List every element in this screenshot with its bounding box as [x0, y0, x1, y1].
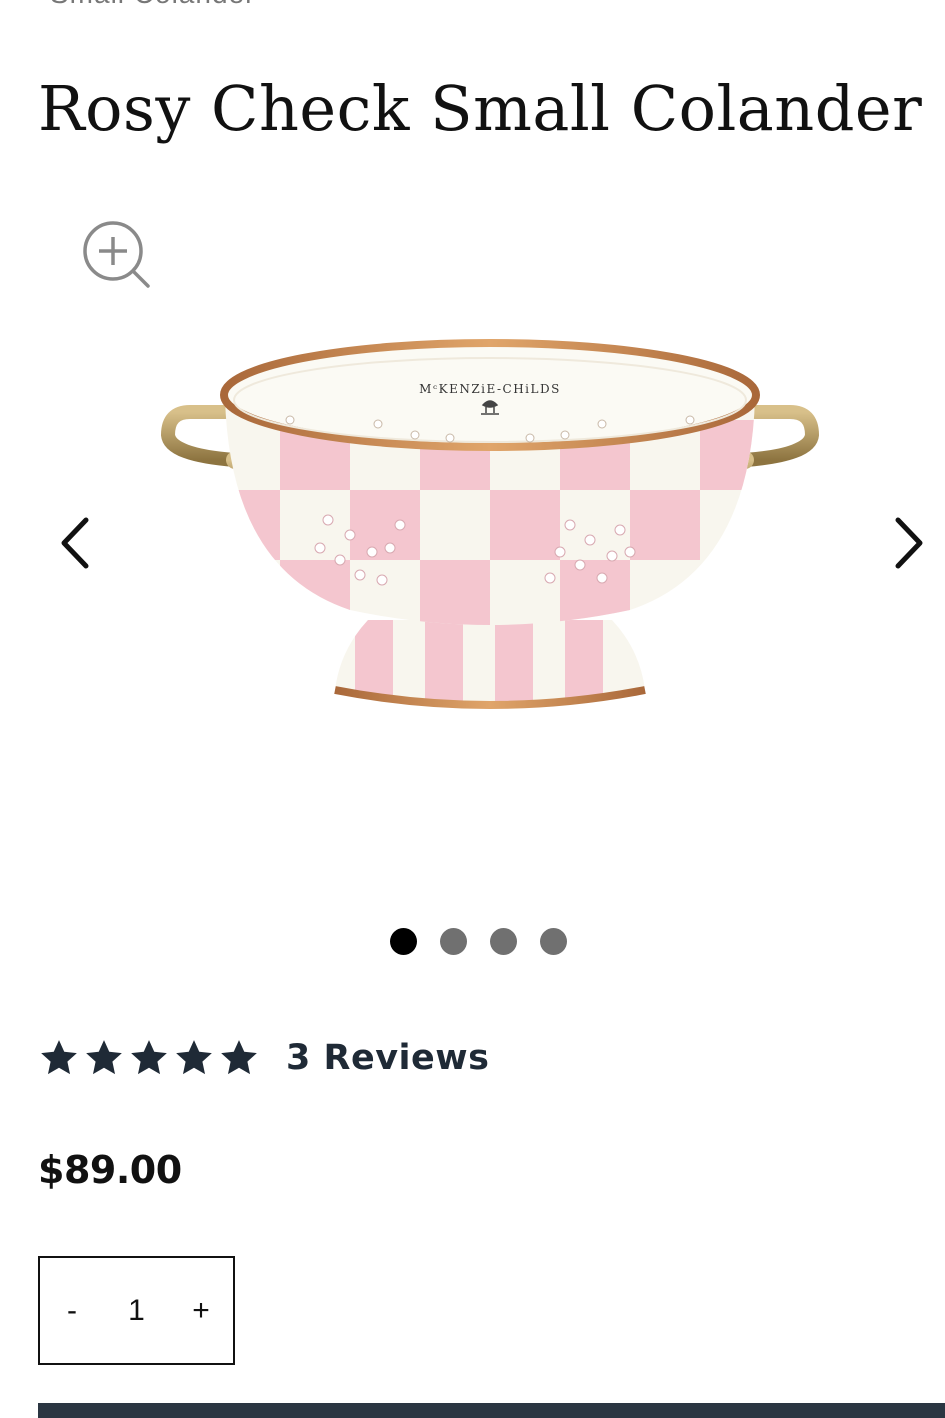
previous-image-button[interactable]: [50, 508, 100, 578]
chevron-right-icon: [895, 517, 923, 569]
gallery-pagination: [390, 928, 567, 955]
zoom-in-button[interactable]: [78, 216, 154, 292]
product-title: Rosy Check Small Colander: [38, 72, 923, 145]
chevron-left-icon: [61, 517, 89, 569]
product-price: $89.00: [38, 1148, 182, 1192]
colander-illustration: MᶜKENZiE-CHiLDS: [160, 339, 820, 709]
next-image-button[interactable]: [884, 508, 934, 578]
star-icon: [38, 1037, 80, 1079]
add-to-cart-button[interactable]: [38, 1403, 945, 1418]
reviews-link[interactable]: 3 Reviews: [286, 1038, 489, 1078]
quantity-stepper: - +: [38, 1256, 235, 1365]
zoom-in-icon: [83, 221, 150, 288]
brand-mark: MᶜKENZiE-CHiLDS: [419, 382, 561, 396]
quantity-increase-button[interactable]: +: [169, 1258, 233, 1363]
gallery-dot-3[interactable]: [490, 928, 517, 955]
product-image[interactable]: MᶜKENZiE-CHiLDS: [150, 320, 830, 760]
star-icon: [83, 1037, 125, 1079]
rating-summary: 3 Reviews: [38, 1034, 489, 1082]
quantity-decrease-button[interactable]: -: [40, 1258, 104, 1363]
star-icon: [128, 1037, 170, 1079]
gallery-dot-2[interactable]: [440, 928, 467, 955]
breadcrumb[interactable]: Small Colander: [50, 0, 255, 10]
star-rating[interactable]: [38, 1037, 260, 1079]
star-icon: [218, 1037, 260, 1079]
gallery-dot-4[interactable]: [540, 928, 567, 955]
quantity-input[interactable]: [104, 1292, 169, 1329]
gallery-dot-1[interactable]: [390, 928, 417, 955]
star-icon: [173, 1037, 215, 1079]
